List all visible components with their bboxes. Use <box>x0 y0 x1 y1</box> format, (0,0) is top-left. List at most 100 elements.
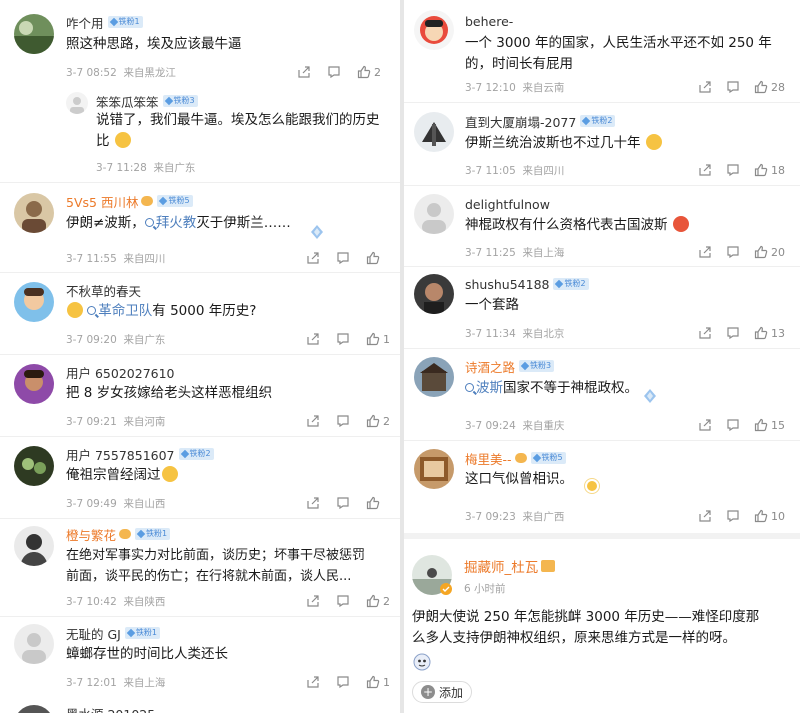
like-button[interactable]: 1 <box>366 675 390 689</box>
like-button[interactable] <box>366 251 383 265</box>
username[interactable]: 梅里美-- <box>465 449 512 468</box>
comment-button[interactable] <box>327 65 341 79</box>
avatar[interactable] <box>14 282 54 322</box>
diamond-icon <box>126 628 136 638</box>
like-button[interactable]: 1 <box>366 332 390 346</box>
comment-button[interactable] <box>336 332 350 346</box>
username[interactable]: 无耻的 GJ <box>66 624 121 643</box>
username[interactable]: 咋个用 <box>66 13 104 32</box>
like-button[interactable]: 15 <box>754 418 785 432</box>
search-icon <box>87 306 97 315</box>
comment-button[interactable] <box>336 251 350 265</box>
comment-button[interactable] <box>336 594 350 608</box>
divider <box>404 440 800 441</box>
comment-button[interactable] <box>726 418 740 432</box>
share-button[interactable] <box>306 675 320 689</box>
comment-text: 把 8 岁女孩嫁给老头这样恶棍组织 <box>66 385 273 401</box>
share-button[interactable] <box>698 245 712 259</box>
vip-icon <box>141 196 154 206</box>
topic-link[interactable]: 波斯 <box>465 380 503 396</box>
fan-badge: 铁粉2 <box>178 448 214 460</box>
avatar[interactable] <box>414 357 454 397</box>
avatar[interactable] <box>414 112 454 152</box>
like-count: 1 <box>383 675 390 689</box>
username[interactable]: 笨笨瓜笨笨 <box>96 92 159 111</box>
share-button[interactable] <box>698 163 712 177</box>
fan-badge: 铁粉5 <box>530 452 566 464</box>
comment-button[interactable] <box>336 496 350 510</box>
avatar[interactable] <box>414 274 454 314</box>
username[interactable]: behere- <box>465 14 513 29</box>
share-button[interactable] <box>297 65 311 79</box>
comment-location: 来自重庆 <box>522 420 565 432</box>
like-button[interactable]: 2 <box>366 594 390 608</box>
avatar[interactable] <box>414 10 454 50</box>
like-button[interactable] <box>366 496 383 510</box>
username[interactable]: shushu54188 <box>465 277 549 292</box>
like-button[interactable]: 2 <box>366 414 390 428</box>
like-button[interactable]: 18 <box>754 163 785 177</box>
thumbs-up-icon <box>754 509 768 523</box>
username[interactable]: 5Vs5 西川林 <box>66 192 138 211</box>
username[interactable]: 不秋草的春天 <box>66 281 141 300</box>
avatar[interactable] <box>14 705 54 713</box>
username[interactable]: delightfulnow <box>465 197 550 212</box>
comment-text: 波斯国家不等于神棍政权。 <box>465 378 638 399</box>
avatar[interactable] <box>14 446 54 486</box>
avatar[interactable] <box>414 449 454 489</box>
plus-icon: + <box>421 685 435 699</box>
share-icon <box>298 66 310 78</box>
comment-text: 照这种思路，埃及应该最牛逼 <box>66 36 242 52</box>
comment-button[interactable] <box>336 414 350 428</box>
share-icon <box>699 419 711 431</box>
comment-button[interactable] <box>726 163 740 177</box>
username[interactable]: 诗酒之路 <box>465 357 515 376</box>
verified-badge-icon <box>440 583 452 595</box>
username[interactable]: 掘藏师_杜瓦 <box>464 556 538 576</box>
share-button[interactable] <box>698 326 712 340</box>
diamond-icon <box>164 96 173 106</box>
avatar[interactable] <box>14 193 54 233</box>
avatar[interactable] <box>14 14 54 54</box>
avatar[interactable] <box>414 194 454 234</box>
like-button[interactable]: 20 <box>754 245 785 259</box>
avatar[interactable] <box>14 364 54 404</box>
topic-link[interactable]: 拜火教 <box>144 215 196 231</box>
comment-button[interactable] <box>726 326 740 340</box>
comment-button[interactable] <box>726 509 740 523</box>
like-button[interactable]: 10 <box>754 509 785 523</box>
like-button[interactable]: 28 <box>754 80 785 94</box>
comment-button[interactable] <box>336 675 350 689</box>
comment-button[interactable] <box>726 245 740 259</box>
sun-sticker-icon <box>584 478 600 494</box>
fan-badge: 铁粉1 <box>107 16 143 28</box>
share-button[interactable] <box>306 251 320 265</box>
comment-button[interactable] <box>726 80 740 94</box>
share-icon <box>307 595 319 607</box>
share-button[interactable] <box>698 80 712 94</box>
add-button[interactable]: + 添加 <box>412 681 473 703</box>
username[interactable]: 直到大厦崩塌-2077 <box>465 112 576 131</box>
avatar[interactable] <box>14 624 54 664</box>
share-button[interactable] <box>698 509 712 523</box>
search-icon <box>144 218 154 227</box>
topic-link[interactable]: 革命卫队 <box>87 303 152 319</box>
comment-icon <box>337 252 349 265</box>
username[interactable]: 用户 6502027610 <box>66 363 175 382</box>
like-button[interactable]: 13 <box>754 326 785 340</box>
share-button[interactable] <box>306 414 320 428</box>
avatar[interactable] <box>14 526 54 566</box>
username[interactable]: 黑水源 201025 <box>66 704 155 713</box>
avatar[interactable] <box>66 92 88 114</box>
share-button[interactable] <box>306 332 320 346</box>
comment-location: 来自上海 <box>522 247 565 259</box>
username[interactable]: 橙与繁花 <box>66 525 116 544</box>
comment-date: 3-7 11:05 <box>465 165 516 177</box>
post-time: 6 小时前 <box>464 583 506 595</box>
comment-location: 来自四川 <box>123 253 166 265</box>
username[interactable]: 用户 7557851607 <box>66 445 175 464</box>
share-button[interactable] <box>306 594 320 608</box>
like-button[interactable]: 2 <box>357 65 381 79</box>
share-button[interactable] <box>698 418 712 432</box>
share-button[interactable] <box>306 496 320 510</box>
